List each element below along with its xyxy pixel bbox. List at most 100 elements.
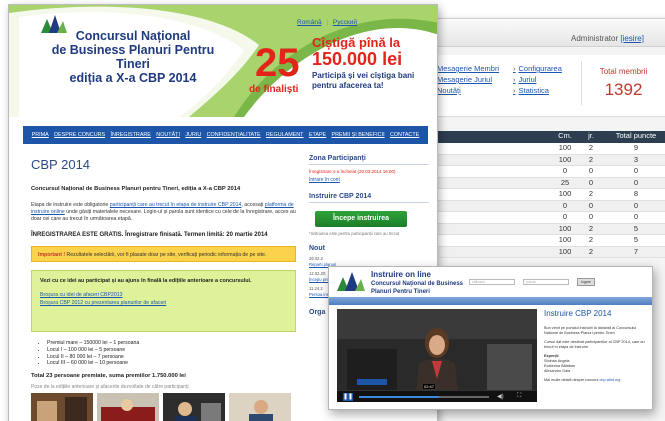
registration-notice: ÎNREGISTRAREA ESTE GRATIS. Înregistrare … <box>31 232 268 238</box>
table-row[interactable]: 100 2 5 <box>401 223 665 235</box>
brochure-2013-link[interactable]: Broșura cu idei de afaceri CBP2013 <box>40 292 287 299</box>
table-row[interactable]: 100 2 7 <box>401 246 665 258</box>
training-logo-icon <box>337 272 365 291</box>
main-nav: PRIMA DESPRE CONCURS ÎNREGISTRARE NOUTĂȚ… <box>23 126 428 144</box>
admin-link-configurarea[interactable]: › Configurarea <box>513 63 562 74</box>
language-switcher: Română | Русский <box>297 19 357 26</box>
nav-premii[interactable]: PREMII ȘI BENEFICII <box>332 132 385 138</box>
site-title-line1: Concursul Național <box>75 29 191 43</box>
nav-etape[interactable]: ETAPE <box>309 132 326 138</box>
table-cell: 2 <box>588 154 594 164</box>
page-title: CBP 2014 <box>31 157 91 172</box>
online-title-line3: Planuri Pentru Tineri <box>371 289 430 295</box>
important-banner: Important ! Rezultatele selectării, vor … <box>31 246 296 262</box>
video-controls: ❚❚ ◀) ⛶ <box>337 390 537 402</box>
table-cell: 2 <box>588 246 594 256</box>
lang-separator: | <box>326 19 329 26</box>
col-header-cm: Cm. <box>558 131 572 140</box>
finalists-label: de finaliști <box>249 84 299 95</box>
fullscreen-icon[interactable]: ⛶ <box>517 393 521 400</box>
nav-prima[interactable]: PRIMA <box>32 132 49 138</box>
gallery-photo[interactable] <box>97 393 159 421</box>
prize-item: Locul I – 100 000 lei – 5 persoane <box>47 347 296 354</box>
total-members-box: Total membrii 1392 <box>581 61 665 105</box>
table-cell: 100 <box>558 189 572 198</box>
video-progress[interactable] <box>359 396 489 398</box>
course-description: Cursul dat este destinat participanților… <box>544 340 645 349</box>
video-time: 02:47 <box>423 384 436 389</box>
table-cell: 8 <box>633 189 639 198</box>
table-row[interactable]: 100 2 9 <box>401 143 665 155</box>
admin-link-noutati[interactable]: Noutăți <box>437 85 499 96</box>
login-button[interactable]: logare <box>577 278 595 286</box>
table-cell: 0 <box>588 200 594 210</box>
table-row[interactable]: 25 0 0 <box>401 177 665 189</box>
table-cell: 100 <box>558 246 572 256</box>
table-row[interactable]: 100 2 3 <box>401 154 665 166</box>
important-label: Important ! <box>38 252 66 258</box>
username-input[interactable]: utilizator <box>469 279 515 285</box>
table-header: Cm. jr. Total puncte <box>401 131 665 143</box>
table-cell: 100 <box>558 223 572 233</box>
nav-contacte[interactable]: CONTACTE <box>390 132 419 138</box>
more-details: Mai multe detalii despre concurs cbp.ait… <box>544 378 648 383</box>
logout-link[interactable]: [iesire] <box>620 34 644 43</box>
lang-ro-link[interactable]: Română <box>297 19 322 26</box>
admin-link-configurarea-label[interactable]: Configurarea <box>519 64 562 73</box>
table-row[interactable]: 100 2 5 <box>401 235 665 247</box>
admin-members-table: Cm. jr. Total puncte 100 2 9 100 2 3 0 0 0 25 0 0 10… <box>401 131 665 258</box>
nav-juriu[interactable]: JURIU <box>185 132 201 138</box>
previous-editions-title: Vezi cu ce idei au participat și au ajun… <box>40 278 252 284</box>
nav-confidentialitate[interactable]: CONFIDENȚIALITATE <box>207 132 261 138</box>
admin-link-juriul[interactable]: › Juriul <box>513 74 562 85</box>
video-player[interactable]: 02:47 ❚❚ ◀) ⛶ <box>337 309 537 402</box>
site-title-line2: de Business Planuri Pentru Tineri <box>51 43 215 71</box>
table-cell: 0 <box>588 177 594 187</box>
gallery-photo[interactable] <box>163 393 225 421</box>
table-row[interactable]: 100 2 8 <box>401 189 665 201</box>
volume-icon[interactable]: ◀) <box>497 393 504 400</box>
nav-regulament[interactable]: REGULAMENT <box>266 132 303 138</box>
admin-link-mesagerie-juriul[interactable]: Mesagerie Juriul <box>437 74 499 85</box>
experts-block: Experții: Stoinan Angela Ecaterina Bălab… <box>544 354 648 374</box>
participants-link[interactable]: participanții care au trecut în etapa de… <box>110 202 242 208</box>
admin-link-juriul-label[interactable]: Juriul <box>519 75 537 84</box>
col-header-jr: jr. <box>588 131 594 140</box>
login-link[interactable]: Intrare în cont <box>309 177 429 183</box>
nav-noutati[interactable]: NOUTĂȚI <box>156 132 180 138</box>
pause-icon[interactable]: ❚❚ <box>343 393 353 401</box>
col-header-total: Total puncte <box>615 131 657 140</box>
password-input[interactable]: parola <box>523 279 569 285</box>
gallery-photo[interactable] <box>229 393 291 421</box>
table-cell: 0 <box>562 166 568 175</box>
photos-label: Poze de la edițiile anterioare și afacer… <box>31 384 189 391</box>
start-training-button[interactable]: Începe instruirea <box>315 211 407 227</box>
table-cell: 100 <box>558 154 572 164</box>
site-link[interactable]: cbp.aitnt.org <box>600 378 621 382</box>
admin-topbar: Administrator [iesire] <box>401 19 665 47</box>
table-row[interactable]: 0 0 0 <box>401 200 665 212</box>
table-body: 100 2 9 100 2 3 0 0 0 25 0 0 100 2 8 0 0 0 0 0 0 100 2 5 100 2 5 10… <box>401 143 665 258</box>
nav-inregistrare[interactable]: ÎNREGISTRARE <box>110 132 150 138</box>
online-header: Instruire on line Concursul Național de … <box>329 267 652 297</box>
table-row[interactable]: 0 0 0 <box>401 212 665 224</box>
admin-link-statistica-label[interactable]: Statistica <box>519 86 549 95</box>
nav-despre[interactable]: DESPRE CONCURS <box>54 132 105 138</box>
gallery-photo[interactable] <box>31 393 93 421</box>
lang-ru-link[interactable]: Русский <box>333 19 357 26</box>
admin-link-statistica[interactable]: › Statistica <box>513 85 562 96</box>
training-title: Instruire CBP 2014 <box>309 193 429 203</box>
news-title: Nout <box>309 245 325 252</box>
table-cell: 0 <box>588 166 594 175</box>
total-members-label: Total membrii <box>599 67 648 76</box>
table-cell: 25 <box>560 177 570 187</box>
prizes-total: Total 23 persoane premiate, suma premiil… <box>31 373 186 380</box>
table-cell: 0 <box>633 200 639 210</box>
table-row[interactable]: 0 0 0 <box>401 166 665 178</box>
total-members-value: 1392 <box>604 80 643 99</box>
previous-editions-box: Vezi cu ce idei au participat și au ajun… <box>31 270 296 332</box>
admin-link-mesagerie-membri[interactable]: Mesagerie Membri <box>437 63 499 74</box>
intro-paragraph: Etapa de instruire este obligatorie part… <box>31 202 296 223</box>
brochure-2012-link[interactable]: Broșura CBP 2012 cu prezentarea planuril… <box>40 300 287 307</box>
admin-links-col1: Mesagerie Membri Mesagerie Juriul Noutăț… <box>437 63 499 96</box>
